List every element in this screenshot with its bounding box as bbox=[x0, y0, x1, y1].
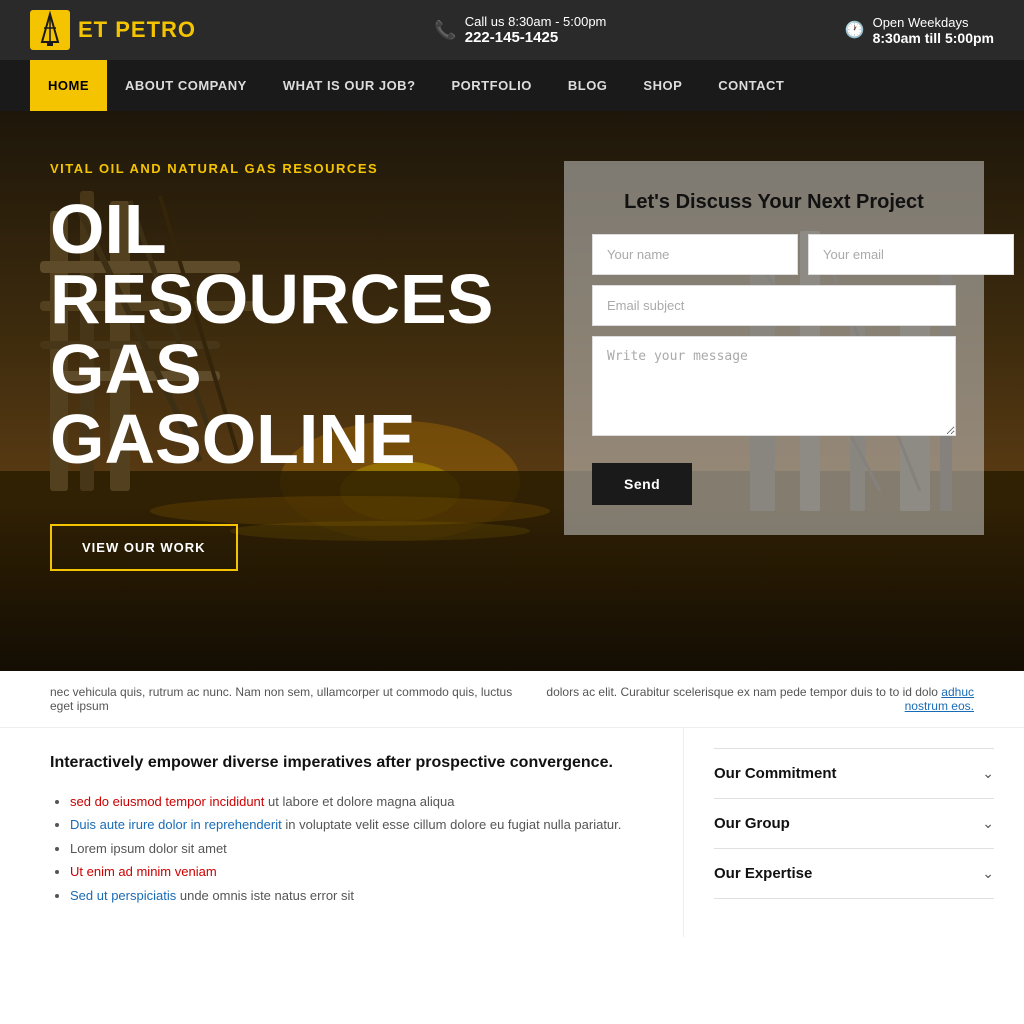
contact-info: 📞 Call us 8:30am - 5:00pm 222-145-1425 bbox=[434, 14, 606, 46]
list-link-4[interactable]: Sed ut perspiciatis bbox=[70, 888, 176, 903]
accordion-arrow-group: ⌄ bbox=[982, 815, 994, 832]
form-title: Let's Discuss Your Next Project bbox=[592, 191, 956, 214]
accordion-arrow-expertise: ⌄ bbox=[982, 865, 994, 882]
accordion-arrow-commitment: ⌄ bbox=[982, 765, 994, 782]
name-input[interactable] bbox=[592, 234, 798, 275]
hero-section: VITAL OIL AND NATURAL GAS RESOURCES OIL … bbox=[0, 111, 1024, 671]
navigation: HOME ABOUT COMPANY WHAT IS OUR JOB? PORT… bbox=[0, 60, 1024, 111]
nav-what-is-our-job[interactable]: WHAT IS OUR JOB? bbox=[265, 60, 434, 111]
logo-icon bbox=[30, 10, 70, 50]
phone-icon: 📞 bbox=[434, 20, 456, 41]
contact-form-panel: Let's Discuss Your Next Project Send bbox=[564, 161, 984, 535]
phone-number: 222-145-1425 bbox=[465, 29, 607, 46]
accordion-label-group: Our Group bbox=[714, 815, 790, 832]
bottom-left: Interactively empower diverse imperative… bbox=[0, 728, 684, 937]
list-item: Lorem ipsum dolor sit amet bbox=[70, 837, 643, 860]
phone-label: Call us 8:30am - 5:00pm bbox=[465, 14, 607, 29]
hero-subtitle: VITAL OIL AND NATURAL GAS RESOURCES bbox=[50, 161, 564, 176]
list-item: Sed ut perspiciatis unde omnis iste natu… bbox=[70, 884, 643, 907]
nav-shop[interactable]: SHOP bbox=[625, 60, 700, 111]
hours-info: 🕐 Open Weekdays 8:30am till 5:00pm bbox=[845, 15, 994, 46]
nav-about[interactable]: ABOUT COMPANY bbox=[107, 60, 265, 111]
clock-icon: 🕐 bbox=[845, 20, 865, 40]
accordion-expertise[interactable]: Our Expertise ⌄ bbox=[714, 849, 994, 899]
bullet-list: sed do eiusmod tempor incididunt ut labo… bbox=[50, 790, 643, 907]
accordion-commitment[interactable]: Our Commitment ⌄ bbox=[714, 748, 994, 799]
list-link-3[interactable]: Ut enim ad minim veniam bbox=[70, 864, 217, 879]
nav-contact[interactable]: CONTACT bbox=[700, 60, 802, 111]
lorem-right: dolors ac elit. Curabitur scelerisque ex… bbox=[523, 685, 974, 713]
list-item: Ut enim ad minim veniam bbox=[70, 860, 643, 883]
subject-input[interactable] bbox=[592, 285, 956, 326]
nav-portfolio[interactable]: PORTFOLIO bbox=[434, 60, 550, 111]
hours-label: Open Weekdays bbox=[873, 15, 994, 30]
top-bar: ET PETRO 📞 Call us 8:30am - 5:00pm 222-1… bbox=[0, 0, 1024, 60]
email-input[interactable] bbox=[808, 234, 1014, 275]
hero-title: OIL RESOURCES GAS GASOLINE bbox=[50, 194, 564, 474]
accordion-label-commitment: Our Commitment bbox=[714, 765, 837, 782]
form-name-email-row bbox=[592, 234, 956, 275]
send-button[interactable]: Send bbox=[592, 463, 692, 505]
logo: ET PETRO bbox=[30, 10, 196, 50]
bottom-right: Our Commitment ⌄ Our Group ⌄ Our Experti… bbox=[684, 728, 1024, 937]
lorem-strip: nec vehicula quis, rutrum ac nunc. Nam n… bbox=[0, 671, 1024, 728]
bottom-section: Interactively empower diverse imperative… bbox=[0, 728, 1024, 937]
bottom-heading: Interactively empower diverse imperative… bbox=[50, 754, 643, 772]
hours-value: 8:30am till 5:00pm bbox=[873, 30, 994, 46]
accordion-label-expertise: Our Expertise bbox=[714, 865, 812, 882]
message-textarea[interactable] bbox=[592, 336, 956, 436]
accordion-group[interactable]: Our Group ⌄ bbox=[714, 799, 994, 849]
list-link-2[interactable]: Duis aute irure dolor in reprehenderit bbox=[70, 817, 282, 832]
list-item: sed do eiusmod tempor incididunt ut labo… bbox=[70, 790, 643, 813]
hero-content: VITAL OIL AND NATURAL GAS RESOURCES OIL … bbox=[0, 111, 1024, 671]
hero-text-block: VITAL OIL AND NATURAL GAS RESOURCES OIL … bbox=[50, 151, 564, 571]
form-message-row bbox=[592, 336, 956, 441]
logo-text: ET PETRO bbox=[78, 17, 196, 43]
nav-home[interactable]: HOME bbox=[30, 60, 107, 111]
view-our-work-button[interactable]: VIEW OUR WORK bbox=[50, 524, 238, 571]
list-item: Duis aute irure dolor in reprehenderit i… bbox=[70, 813, 643, 836]
nav-blog[interactable]: BLOG bbox=[550, 60, 626, 111]
list-link-1[interactable]: sed do eiusmod tempor incididunt bbox=[70, 794, 264, 809]
form-subject-row bbox=[592, 285, 956, 326]
lorem-left: nec vehicula quis, rutrum ac nunc. Nam n… bbox=[50, 685, 523, 713]
